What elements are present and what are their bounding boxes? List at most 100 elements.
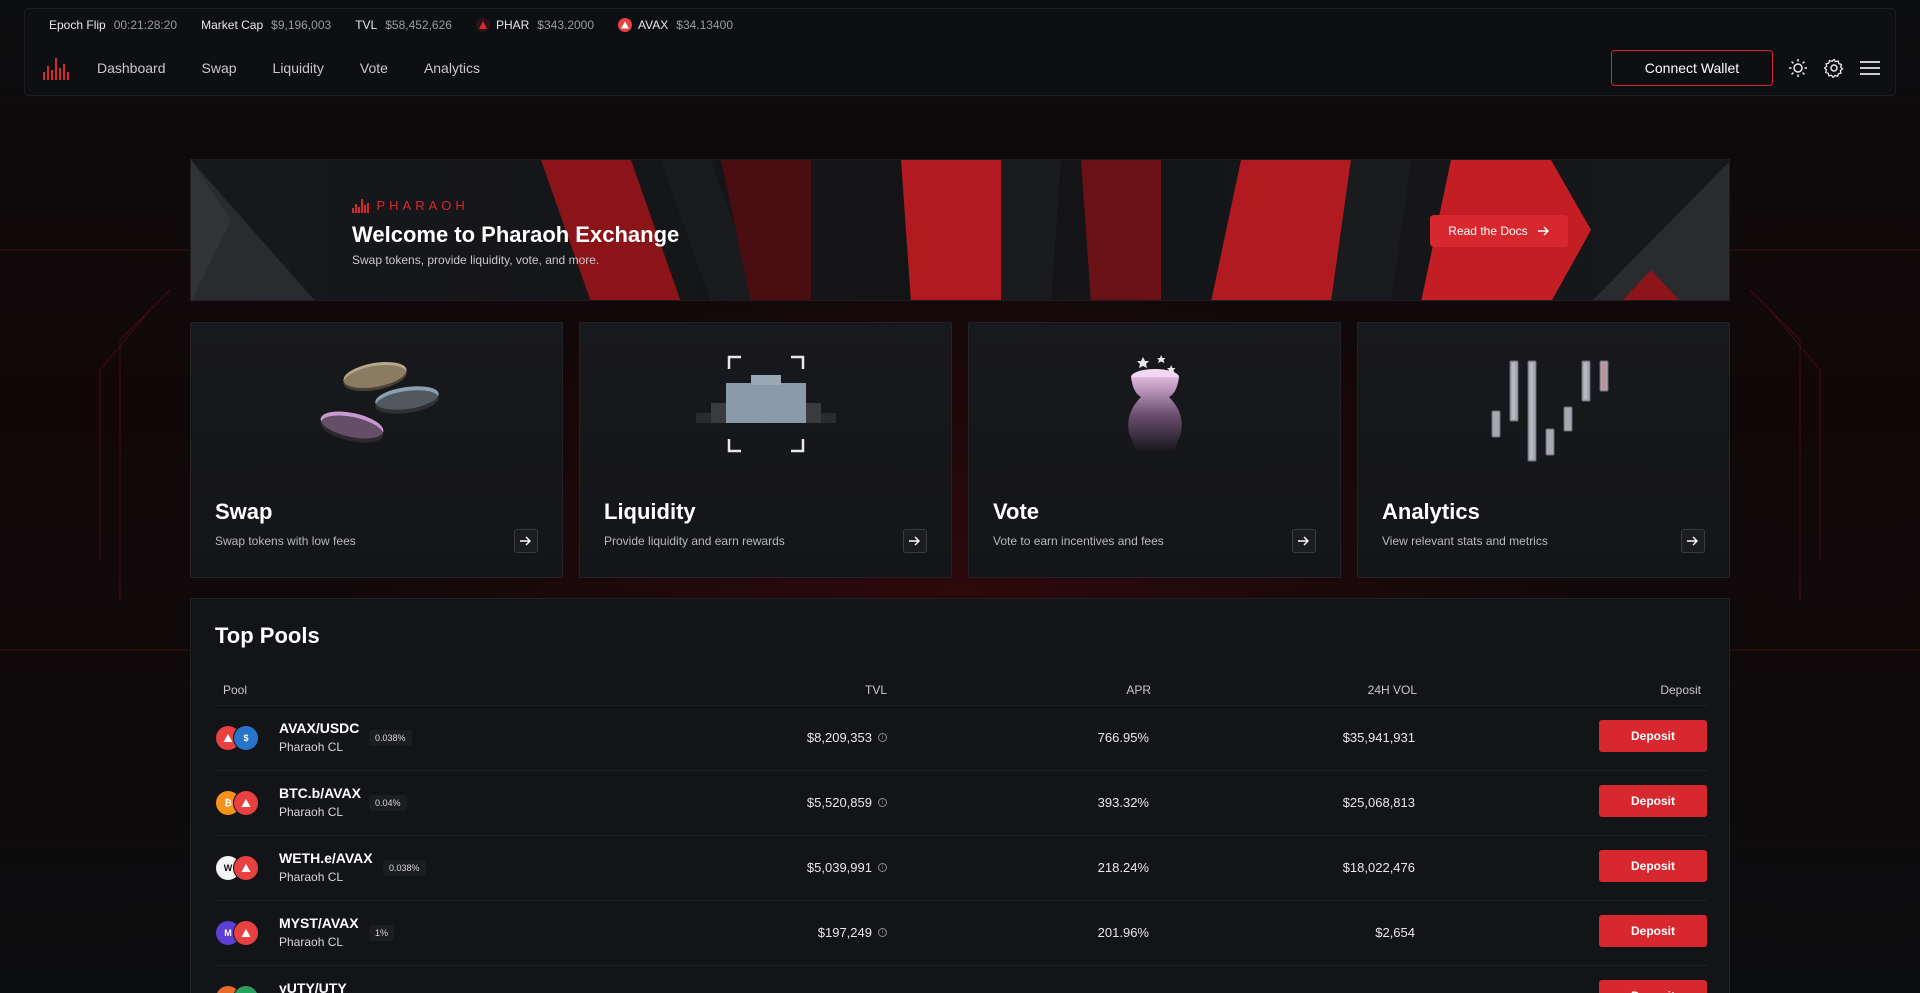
card-vote[interactable]: Vote Vote to earn incentives and fees <box>968 322 1341 578</box>
deposit-button[interactable]: Deposit <box>1599 850 1707 882</box>
card-liquidity[interactable]: Liquidity Provide liquidity and earn rew… <box>579 322 952 578</box>
hero-subtitle: Swap tokens, provide liquidity, vote, an… <box>352 253 600 267</box>
deposit-button[interactable]: Deposit <box>1599 980 1707 993</box>
mcap-label: Market Cap <box>201 17 264 32</box>
nav-analytics[interactable]: Analytics <box>424 60 480 76</box>
tvl-value: $58,452,626 <box>385 17 452 32</box>
pool-token-icons: M <box>215 920 259 946</box>
pool-name: WETH.e/AVAX <box>279 850 373 866</box>
card-swap[interactable]: Swap Swap tokens with low fees <box>190 322 563 578</box>
nav-swap[interactable]: Swap <box>202 60 237 76</box>
pool-name: yUTY/UTY <box>279 980 347 993</box>
header-pool: Pool <box>223 683 248 697</box>
header-apr[interactable]: APR <box>1126 683 1151 697</box>
pool-type: Pharaoh CL <box>279 935 344 949</box>
table-row[interactable]: ₿ BTC.b/AVAX Pharaoh CL 0.04% $5,520,859… <box>215 770 1707 835</box>
avax-token-icon <box>233 790 259 816</box>
phar-label: PHAR <box>495 17 530 32</box>
avax-label: AVAX <box>638 17 669 32</box>
pool-token-icons: W <box>215 855 259 881</box>
arrow-right-icon <box>1537 226 1549 236</box>
hero-banner: PHARAOH Welcome to Pharaoh Exchange Swap… <box>190 159 1730 301</box>
analytics-candles-icon <box>1358 353 1729 473</box>
card-liquidity-desc: Provide liquidity and earn rewards <box>604 534 785 548</box>
avax-token-icon <box>233 920 259 946</box>
avax-icon <box>618 17 633 32</box>
header-deposit: Deposit <box>1660 683 1701 697</box>
phar-icon <box>475 17 490 32</box>
read-docs-label: Read the Docs <box>1448 224 1528 238</box>
connect-wallet-button[interactable]: Connect Wallet <box>1611 49 1773 86</box>
pool-tvl: $8,209,353 i <box>807 730 887 745</box>
card-swap-arrow-icon[interactable] <box>514 529 538 553</box>
nav-liquidity[interactable]: Liquidity <box>273 60 324 76</box>
pool-tvl: $197,249 i <box>818 925 887 940</box>
nav-actions: Connect Wallet <box>1611 49 1881 86</box>
card-swap-desc: Swap tokens with low fees <box>215 534 356 548</box>
top-pools-panel: Top Pools Pool TVL APR 24H VOL Deposit $… <box>190 598 1730 993</box>
pool-volume: $25,068,813 <box>1342 795 1415 810</box>
info-icon[interactable]: i <box>878 863 887 872</box>
table-row[interactable]: yUTY/UTY Deposit <box>215 965 1707 993</box>
pool-type: Pharaoh CL <box>279 740 344 754</box>
card-swap-title: Swap <box>215 499 273 524</box>
header-24h-vol[interactable]: 24H VOL <box>1368 683 1417 697</box>
pool-token-icons <box>215 985 259 993</box>
table-row[interactable]: W WETH.e/AVAX Pharaoh CL 0.038% $5,039,9… <box>215 835 1707 900</box>
pool-name: MYST/AVAX <box>279 915 359 931</box>
phar-value: $343.2000 <box>537 17 595 32</box>
pool-token-icons: ₿ <box>215 790 259 816</box>
deposit-button[interactable]: Deposit <box>1599 720 1707 752</box>
pool-tvl-value: $197,249 <box>817 925 872 940</box>
pool-fee-badge: 0.04% <box>369 795 407 811</box>
avax-value: $34.13400 <box>676 17 733 32</box>
hero-brand-text: PHARAOH <box>376 198 469 213</box>
pool-volume: $18,022,476 <box>1342 860 1415 875</box>
ticker-mcap: Market Cap $9,196,003 <box>201 18 331 32</box>
pool-tvl: $5,039,991 i <box>807 860 887 875</box>
card-vote-desc: Vote to earn incentives and fees <box>993 534 1164 548</box>
card-vote-title: Vote <box>993 499 1040 524</box>
pharaoh-logo-icon[interactable] <box>43 56 73 80</box>
pool-tvl-value: $5,039,991 <box>806 860 872 875</box>
info-icon[interactable]: i <box>878 798 887 807</box>
card-analytics[interactable]: Analytics View relevant stats and metric… <box>1357 322 1730 578</box>
card-liquidity-arrow-icon[interactable] <box>903 529 927 553</box>
info-icon[interactable]: i <box>878 928 887 937</box>
pool-name: BTC.b/AVAX <box>279 785 361 801</box>
avax-token-icon <box>233 855 259 881</box>
uty-token-icon <box>233 985 259 993</box>
pool-name: AVAX/USDC <box>279 720 360 736</box>
menu-icon[interactable] <box>1859 57 1881 79</box>
pool-token-icons: $ <box>215 725 259 751</box>
card-analytics-desc: View relevant stats and metrics <box>1382 534 1548 548</box>
ticker-tvl: TVL $58,452,626 <box>355 18 452 32</box>
pool-volume: $2,654 <box>1375 925 1415 940</box>
deposit-button[interactable]: Deposit <box>1599 785 1707 817</box>
gear-icon[interactable] <box>1823 57 1845 79</box>
info-icon[interactable]: i <box>878 733 887 742</box>
pool-volume: $35,941,931 <box>1342 730 1415 745</box>
header-tvl[interactable]: TVL <box>865 683 887 697</box>
epoch-value: 00:21:28:20 <box>113 17 178 32</box>
card-analytics-arrow-icon[interactable] <box>1681 529 1705 553</box>
table-row[interactable]: $ AVAX/USDC Pharaoh CL 0.038% $8,209,353… <box>215 705 1707 770</box>
nav-dashboard[interactable]: Dashboard <box>97 60 166 76</box>
mcap-value: $9,196,003 <box>271 17 332 32</box>
hero-title: Welcome to Pharaoh Exchange <box>352 222 680 247</box>
card-liquidity-title: Liquidity <box>604 499 696 524</box>
top-pools-title: Top Pools <box>215 623 320 648</box>
deposit-button[interactable]: Deposit <box>1599 915 1707 947</box>
pool-apr: 766.95% <box>1097 730 1149 745</box>
pool-fee-badge: 1% <box>369 925 395 941</box>
table-row[interactable]: M MYST/AVAX Pharaoh CL 1% $197,249 i 201.… <box>215 900 1707 965</box>
pool-tvl: $5,520,859 i <box>807 795 887 810</box>
card-analytics-title: Analytics <box>1382 499 1480 524</box>
ticker-phar: PHAR $343.2000 <box>475 17 595 32</box>
liquidity-frame-icon <box>580 353 951 473</box>
card-vote-arrow-icon[interactable] <box>1292 529 1316 553</box>
read-docs-button[interactable]: Read the Docs <box>1430 215 1568 247</box>
nav-vote[interactable]: Vote <box>360 60 388 76</box>
ticker-epoch: Epoch Flip 00:21:28:20 <box>49 18 177 32</box>
sun-icon[interactable] <box>1787 57 1809 79</box>
